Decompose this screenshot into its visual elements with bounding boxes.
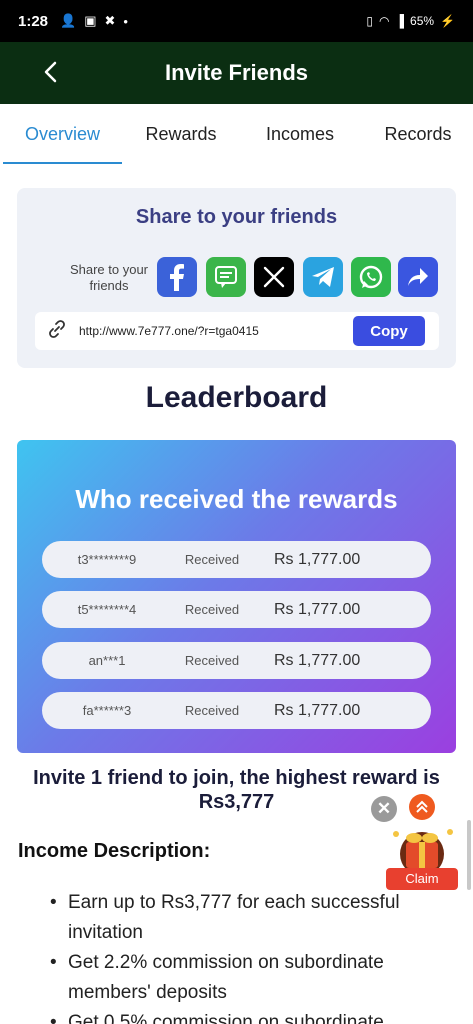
status-time: 1:28 — [18, 12, 49, 30]
reward-row: t3********9 Received Rs 1,777.00 — [42, 541, 431, 578]
close-float-button[interactable]: ✕ — [371, 796, 397, 822]
reward-amount: Rs 1,777.00 — [274, 701, 361, 719]
income-list: Earn up to Rs3,777 for each successful i… — [0, 888, 473, 1024]
facebook-share-button[interactable] — [157, 257, 197, 297]
telegram-share-button[interactable] — [303, 257, 343, 297]
sms-share-button[interactable] — [206, 257, 246, 297]
claim-label: Claim — [386, 868, 458, 890]
battery-level: 65% — [410, 14, 435, 28]
invite-link: http://www.7e777.one/?r=tga0415 — [79, 324, 259, 338]
share-arrow-icon — [408, 268, 428, 286]
notification-icons: 👤 ▣ ✖ • — [60, 13, 128, 29]
dot-icon: • — [123, 13, 128, 29]
reward-user: fa******3 — [82, 703, 132, 718]
leaderboard-title: Leaderboard — [145, 381, 328, 414]
reward-user: t5********4 — [77, 602, 137, 617]
tab-records[interactable]: Records — [372, 104, 464, 164]
scrollbar[interactable] — [467, 820, 471, 890]
income-item: Get 0.5% commission on subordinate — [0, 1008, 473, 1024]
tab-rewards[interactable]: Rewards — [131, 104, 231, 164]
copy-button[interactable]: Copy — [353, 316, 425, 346]
income-item: Get 2.2% commission on subordinate membe… — [0, 948, 473, 1008]
reward-amount: Rs 1,777.00 — [274, 550, 361, 568]
share-card: Share to your friends Share to your frie… — [17, 188, 456, 368]
tab-incomes[interactable]: Incomes — [250, 104, 350, 164]
reward-user: t3********9 — [77, 552, 137, 567]
wifi-icon: ◠ — [379, 14, 390, 28]
reward-status: Received — [184, 653, 240, 668]
reward-amount: Rs 1,777.00 — [274, 600, 361, 618]
link-icon — [47, 319, 71, 344]
app-bar: Invite Friends — [0, 42, 473, 104]
chevron-left-icon — [44, 61, 57, 83]
share-title: Share to your friends — [135, 206, 338, 228]
reward-status: Received — [184, 552, 240, 567]
page-title: Invite Friends — [164, 60, 309, 85]
status-bar: 1:28 👤 ▣ ✖ • ▯ ◠ ▐ 65% ⚡ — [0, 0, 473, 42]
reward-amount: Rs 1,777.00 — [274, 651, 361, 669]
reward-status: Received — [184, 703, 240, 718]
signal-icon: ▐ — [395, 14, 405, 28]
person-icon: 👤 — [60, 13, 77, 28]
status-right: ▯ ◠ ▐ 65% ⚡ — [366, 14, 455, 28]
telegram-icon — [312, 267, 334, 287]
whatsapp-share-button[interactable] — [351, 257, 391, 297]
reward-row: t5********4 Received Rs 1,777.00 — [42, 591, 431, 628]
x-share-button[interactable] — [254, 257, 294, 297]
capcut-icon: ✖ — [104, 13, 116, 28]
reward-row: an***1 Received Rs 1,777.00 — [42, 642, 431, 679]
vibrate-icon: ▯ — [366, 14, 374, 28]
claim-gift-button[interactable]: Claim — [386, 824, 458, 890]
scroll-top-button[interactable] — [409, 794, 435, 820]
income-item: Earn up to Rs3,777 for each successful i… — [0, 888, 473, 948]
invite-link-row: http://www.7e777.one/?r=tga0415 Copy — [35, 312, 439, 350]
charging-icon: ⚡ — [440, 14, 455, 28]
rewards-card: Who received the rewards t3********9 Rec… — [17, 440, 456, 753]
reward-user: an***1 — [88, 653, 126, 668]
reward-status: Received — [184, 602, 240, 617]
reward-row: fa******3 Received Rs 1,777.00 — [42, 692, 431, 729]
double-chevron-up-icon — [416, 800, 428, 813]
message-icon — [215, 266, 237, 288]
facebook-icon — [170, 264, 184, 291]
tab-bar: Overview Rewards Incomes Records — [0, 104, 473, 164]
rewards-card-title: Who received the rewards — [75, 484, 398, 514]
share-label: Share to your friends — [69, 262, 149, 293]
income-description-title: Income Description: — [18, 840, 211, 862]
more-share-button[interactable] — [398, 257, 438, 297]
tab-overview[interactable]: Overview — [3, 104, 122, 164]
close-icon: ✕ — [376, 799, 392, 818]
app-icon: ▣ — [84, 13, 97, 28]
whatsapp-icon — [359, 265, 383, 289]
back-button[interactable] — [36, 56, 64, 88]
x-icon — [263, 266, 285, 288]
